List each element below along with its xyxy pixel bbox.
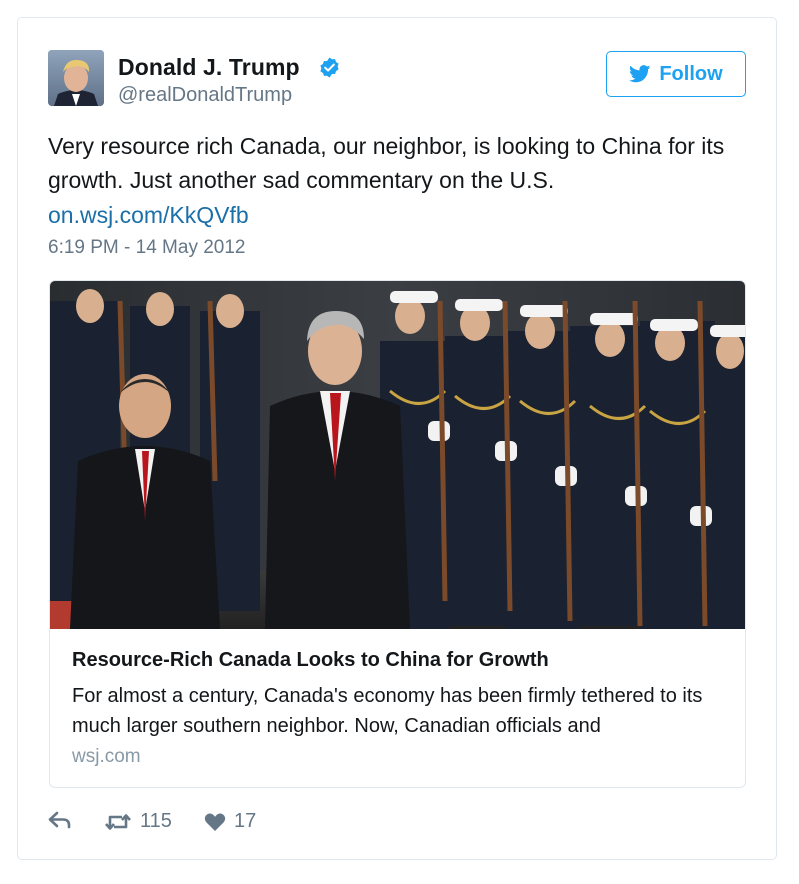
follow-label: Follow	[659, 62, 723, 85]
retweet-button[interactable]: 115	[104, 810, 172, 833]
follow-button[interactable]: Follow	[606, 51, 746, 97]
tweet-text: Very resource rich Canada, our neighbor,…	[48, 133, 725, 193]
tweet-timestamp[interactable]: 6:19 PM - 14 May 2012	[48, 237, 246, 259]
verified-badge-icon	[320, 57, 339, 78]
avatar-image	[48, 50, 104, 106]
retweet-count: 115	[140, 810, 172, 832]
author-handle[interactable]: @realDonaldTrump	[118, 84, 292, 107]
author-name[interactable]: Donald J. Trump	[118, 54, 300, 81]
card-title: Resource-Rich Canada Looks to China for …	[72, 649, 549, 671]
card-image	[50, 281, 745, 629]
reply-icon	[48, 811, 71, 829]
twitter-bird-icon	[629, 65, 651, 83]
card-domain: wsj.com	[72, 746, 141, 767]
avatar[interactable]	[48, 50, 104, 106]
like-count: 17	[234, 810, 257, 832]
tweet-link[interactable]: on.wsj.com/KkQVfb	[48, 198, 249, 232]
like-button[interactable]: 17	[204, 810, 256, 833]
card-description: For almost a century, Canada's economy h…	[72, 685, 703, 737]
retweet-icon	[105, 813, 131, 830]
reply-button[interactable]	[48, 810, 72, 830]
heart-icon	[204, 812, 226, 831]
tweet-card: Donald J. Trump @realDonaldTrump Follow …	[17, 17, 777, 860]
link-preview-card[interactable]: Resource-Rich Canada Looks to China for …	[49, 280, 746, 788]
